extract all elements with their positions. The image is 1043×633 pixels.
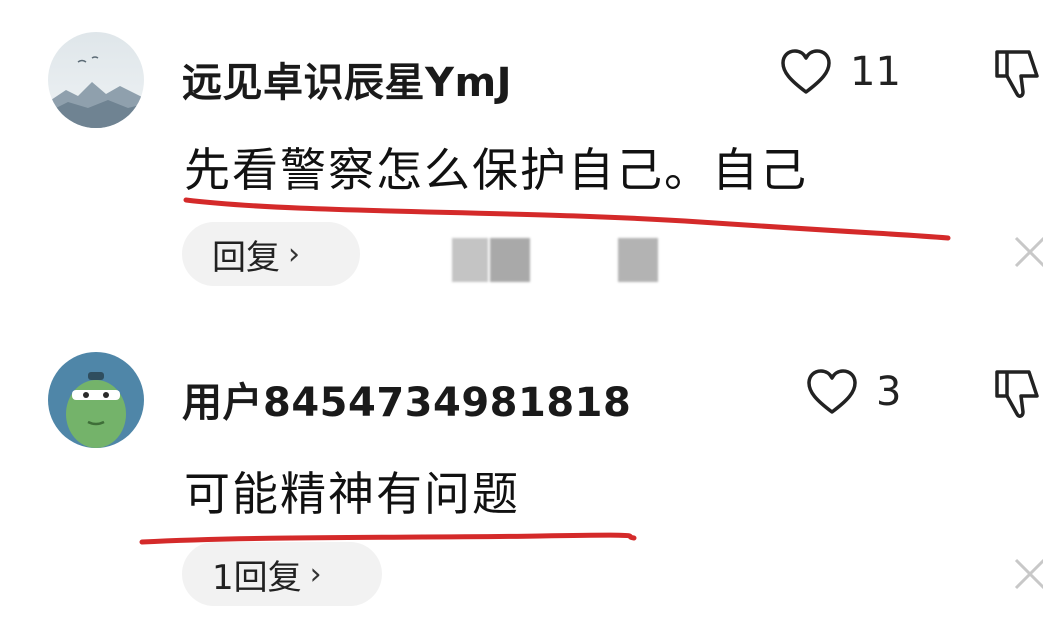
thumbs-down-icon — [995, 50, 1039, 98]
like-button[interactable]: 11 — [780, 48, 901, 96]
blurred-area — [490, 238, 530, 282]
comment-text: 可能精神有问题 — [184, 467, 520, 521]
avatar[interactable] — [48, 352, 144, 448]
heart-icon — [807, 369, 857, 414]
username[interactable]: 用户8454734981818 — [182, 370, 631, 428]
heart-icon — [781, 49, 831, 94]
reply-button[interactable]: 1回复 › — [182, 542, 382, 606]
like-count: 11 — [850, 49, 901, 95]
blurred-area — [452, 238, 488, 282]
like-count: 3 — [876, 369, 902, 415]
close-icon[interactable] — [1010, 554, 1043, 594]
dislike-button[interactable] — [993, 46, 1043, 102]
close-icon[interactable] — [1010, 232, 1043, 272]
thumbs-down-icon — [995, 370, 1039, 418]
avatar[interactable] — [48, 32, 144, 128]
username[interactable]: 远见卓识辰星YmJ — [182, 50, 512, 108]
dislike-button[interactable] — [993, 366, 1043, 422]
comment-item: 远见卓识辰星YmJ 11 先看警察怎么保护自己。自己 回复 › — [0, 0, 1043, 320]
green-creature-avatar-icon — [48, 352, 144, 448]
chevron-right-icon: › — [309, 556, 322, 592]
like-button[interactable]: 3 — [806, 368, 901, 416]
reply-label: 回复 — [212, 237, 280, 278]
reply-button[interactable]: 回复 › — [182, 222, 360, 286]
chevron-right-icon: › — [288, 236, 300, 272]
comment-text: 先看警察怎么保护自己。自己 — [184, 143, 808, 197]
reply-label: 1回复 — [212, 557, 302, 598]
landscape-avatar-icon — [48, 32, 144, 128]
blurred-area — [618, 238, 658, 282]
comment-item: 用户8454734981818 3 可能精神有问题 1回复 › — [0, 320, 1043, 633]
